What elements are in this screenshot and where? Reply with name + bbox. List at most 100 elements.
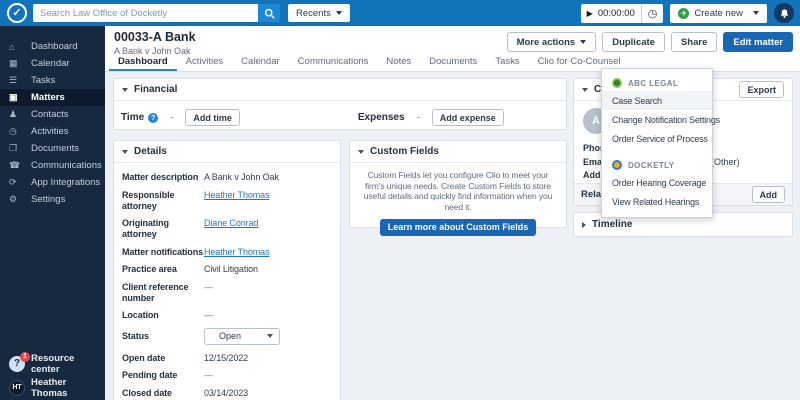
- menu-item-order-hearing-coverage[interactable]: Order Hearing Coverage: [602, 173, 712, 192]
- sidebar-item-matters[interactable]: ▣Matters: [0, 89, 105, 106]
- menu-item-change-notification-settings[interactable]: Change Notification Settings: [602, 110, 712, 129]
- person-icon: ♟: [9, 109, 31, 120]
- tab-dashboard[interactable]: Dashboard: [109, 54, 177, 71]
- sidebar-item-communications[interactable]: ☎Communications: [0, 157, 105, 174]
- tab-tasks[interactable]: Tasks: [486, 54, 528, 71]
- sidebar-item-activities[interactable]: ◷Activities: [0, 123, 105, 140]
- responsible-attorney-link[interactable]: Heather Thomas: [204, 190, 269, 212]
- chevron-down-icon: [358, 150, 364, 154]
- divider: [641, 4, 642, 23]
- caret-down-icon: [580, 40, 586, 44]
- detail-row: Responsible attorneyHeather Thomas: [122, 190, 332, 212]
- email-type-note: (Other): [711, 156, 740, 170]
- sidebar-item-tasks[interactable]: ☰Tasks: [0, 72, 105, 89]
- sidebar-item-documents[interactable]: ❐Documents: [0, 140, 105, 157]
- sidebar-item-app-integrations[interactable]: ⟳App Integrations: [0, 174, 105, 191]
- sidebar-item-settings[interactable]: ⚙Settings: [0, 191, 105, 208]
- add-contact-button[interactable]: Add: [752, 186, 786, 203]
- gear-icon: ⚙: [9, 194, 31, 205]
- edit-matter-button[interactable]: Edit matter: [723, 32, 793, 52]
- detail-row: Client reference number—: [122, 282, 332, 304]
- timer-display: 00:00:00: [598, 8, 635, 19]
- sidebar-item-dashboard[interactable]: ⌂Dashboard: [0, 38, 105, 55]
- home-icon: ⌂: [9, 42, 31, 52]
- tab-calendar[interactable]: Calendar: [232, 54, 289, 71]
- sidebar-item-calendar[interactable]: ▦Calendar: [0, 55, 105, 72]
- menu-section-docketly: DOCKETLY: [602, 156, 712, 173]
- detail-row: Practice areaCivil Litigation: [122, 264, 332, 275]
- sidebar: ⌂Dashboard ▦Calendar ☰Tasks ▣Matters ♟Co…: [0, 26, 105, 400]
- help-icon[interactable]: ?: [148, 113, 158, 123]
- search-input[interactable]: [33, 4, 258, 22]
- add-time-button[interactable]: Add time: [185, 109, 240, 126]
- financial-card: Financial Time ? - Add time Expenses - A…: [113, 78, 567, 130]
- chevron-down-icon: [582, 88, 588, 92]
- menu-item-order-service-of-process[interactable]: Order Service of Process: [602, 129, 712, 148]
- duplicate-button[interactable]: Duplicate: [602, 32, 665, 52]
- global-search: [33, 4, 280, 22]
- custom-fields-card: Custom Fields Custom Fields let you conf…: [349, 140, 567, 228]
- user-menu[interactable]: HT Heather Thomas: [0, 376, 105, 400]
- detail-row: Status Open: [122, 328, 332, 345]
- clock-icon[interactable]: ◷: [648, 7, 658, 20]
- chevron-down-icon: [122, 88, 128, 92]
- detail-row: Matter descriptionA Bank v John Oak: [122, 172, 332, 183]
- more-actions-menu: ABC LEGAL Case Search Change Notificatio…: [601, 68, 713, 218]
- add-expense-button[interactable]: Add expense: [432, 109, 504, 126]
- tab-notes[interactable]: Notes: [377, 54, 420, 71]
- tab-activities[interactable]: Activities: [177, 54, 232, 71]
- more-actions-button[interactable]: More actions: [507, 32, 597, 52]
- top-bar: ✓ Recents ▶ 00:00:00 ◷ + Create new: [0, 0, 800, 26]
- chevron-right-icon: [582, 222, 586, 228]
- phone-icon: ☎: [9, 160, 31, 171]
- clio-logo-icon[interactable]: ✓: [7, 3, 27, 23]
- menu-item-case-search[interactable]: Case Search: [602, 91, 712, 110]
- page-title: 00033-A Bank: [114, 30, 196, 44]
- originating-attorney-link[interactable]: Diane Conrad: [204, 218, 258, 240]
- caret-down-icon: [267, 334, 273, 338]
- expenses-label: Expenses: [358, 112, 405, 123]
- plus-icon: +: [678, 8, 689, 19]
- search-icon: [264, 8, 275, 19]
- search-button[interactable]: [258, 4, 280, 22]
- folder-icon: ❐: [9, 143, 31, 154]
- tasks-icon: ☰: [9, 75, 31, 86]
- tab-communications[interactable]: Communications: [289, 54, 378, 71]
- tab-documents[interactable]: Documents: [420, 54, 486, 71]
- detail-row: Originating attorneyDiane Conrad: [122, 218, 332, 240]
- resource-center-button[interactable]: ?1 Resource center: [0, 352, 105, 376]
- menu-item-view-related-hearings[interactable]: View Related Hearings: [602, 192, 712, 211]
- sync-icon: ⟳: [9, 177, 31, 188]
- create-new-label: Create new: [694, 8, 743, 19]
- detail-row: Closed date03/14/2023: [122, 388, 332, 399]
- matter-header: 00033-A Bank A Bank v John Oak More acti…: [105, 26, 800, 72]
- menu-divider: [602, 148, 712, 156]
- clock-icon: ◷: [9, 126, 31, 137]
- status-select[interactable]: Open: [204, 328, 280, 345]
- financial-header[interactable]: Financial: [114, 79, 566, 101]
- create-new-button[interactable]: + Create new: [670, 4, 767, 23]
- time-value: -: [170, 112, 173, 123]
- details-card: Details Matter descriptionA Bank v John …: [113, 140, 341, 400]
- caret-down-icon: [336, 11, 342, 15]
- custom-fields-description: Custom Fields let you configure Clio to …: [350, 163, 566, 212]
- chevron-down-icon: [122, 150, 128, 154]
- export-button[interactable]: Export: [739, 81, 784, 98]
- matter-notifications-link[interactable]: Heather Thomas: [204, 247, 269, 258]
- timer-widget[interactable]: ▶ 00:00:00 ◷: [581, 4, 664, 23]
- custom-fields-header[interactable]: Custom Fields: [350, 141, 566, 163]
- detail-row: Open date12/15/2022: [122, 353, 332, 364]
- notifications-button[interactable]: [774, 3, 794, 23]
- avatar: HT: [9, 380, 25, 396]
- share-button[interactable]: Share: [671, 32, 717, 52]
- notification-badge: 1: [20, 352, 30, 362]
- learn-more-custom-fields-button[interactable]: Learn more about Custom Fields: [380, 219, 537, 236]
- recents-button[interactable]: Recents: [288, 4, 350, 22]
- calendar-icon: ▦: [9, 58, 31, 69]
- sidebar-item-contacts[interactable]: ♟Contacts: [0, 106, 105, 123]
- help-icon: ?1: [9, 356, 25, 372]
- abc-legal-icon: [612, 78, 622, 88]
- details-header[interactable]: Details: [114, 141, 340, 163]
- docketly-icon: [612, 160, 622, 170]
- play-icon: ▶: [587, 9, 593, 18]
